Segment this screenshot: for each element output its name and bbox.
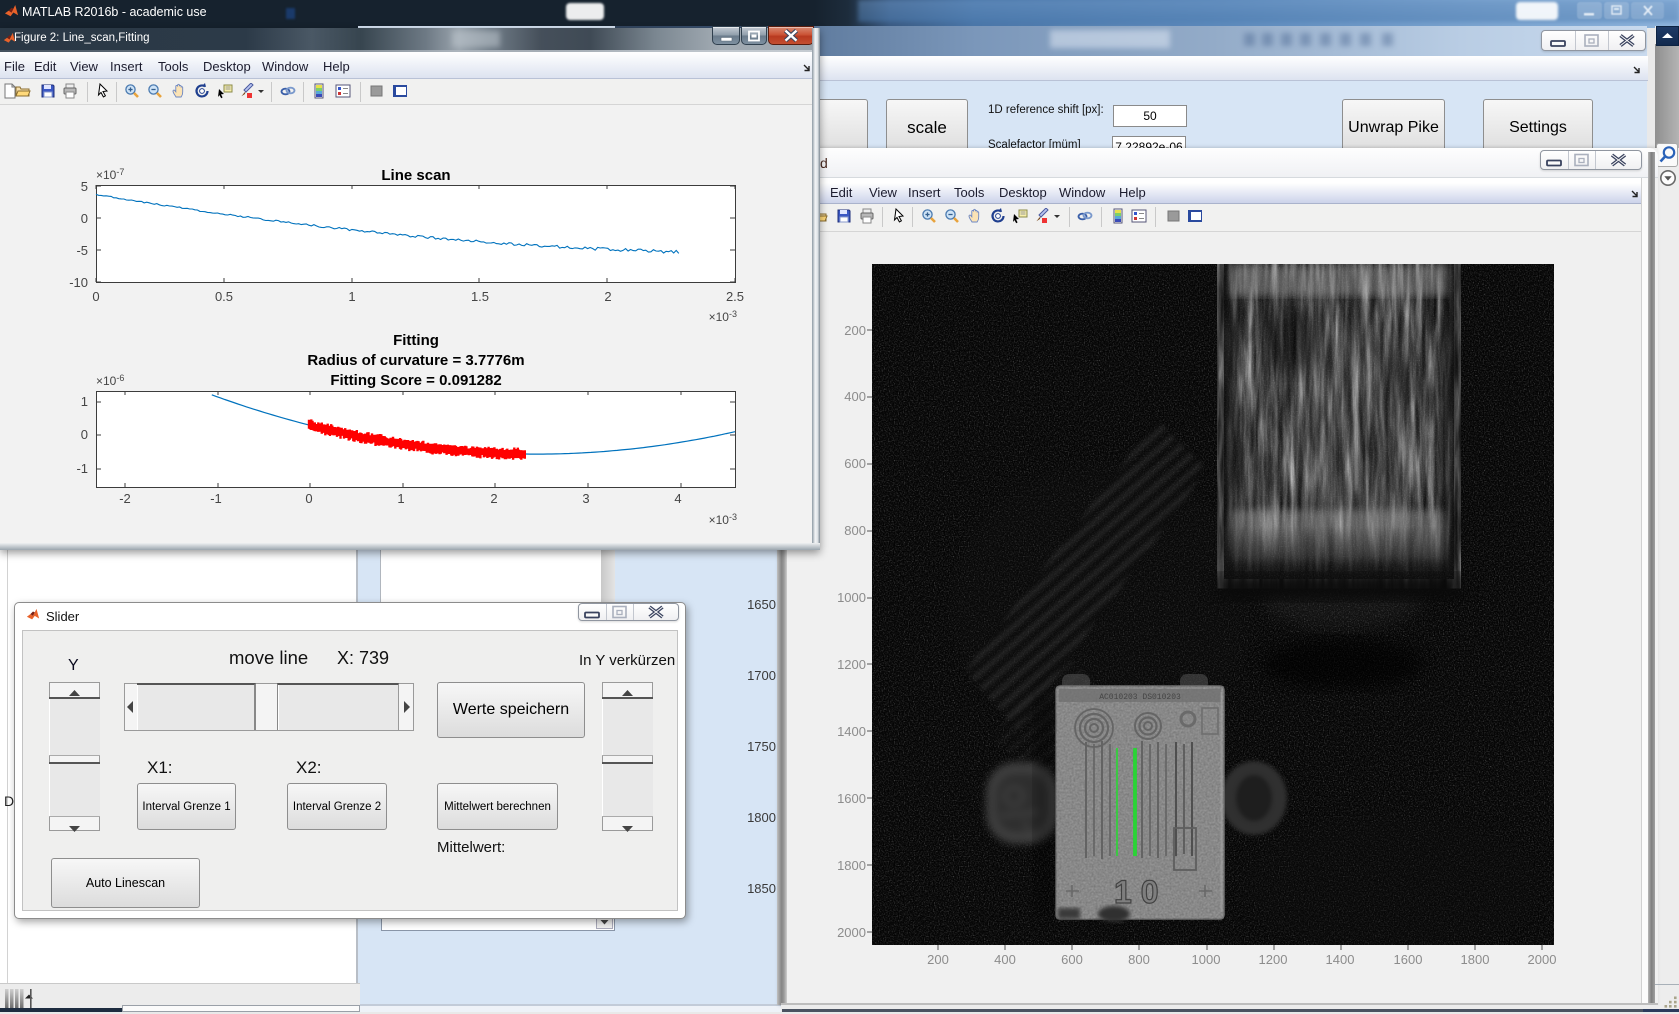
svg-text:Line scan: Line scan [381,167,450,184]
svg-text:-10: -10 [69,275,88,290]
svg-text:×10-6: ×10-6 [96,373,124,388]
svg-text:0: 0 [81,211,88,226]
svg-text:0.5: 0.5 [215,289,233,304]
svg-text:×10-3: ×10-3 [709,309,737,324]
svg-text:1: 1 [348,289,355,304]
svg-text:0: 0 [81,427,88,442]
svg-text:2: 2 [490,491,497,506]
svg-text:2: 2 [604,289,611,304]
svg-text:×10-3: ×10-3 [709,512,737,527]
svg-text:3: 3 [582,491,589,506]
svg-text:0: 0 [92,289,99,304]
svg-text:Radius of curvature = 3.7776m: Radius of curvature = 3.7776m [307,352,524,369]
svg-text:0: 0 [305,491,312,506]
svg-text:×10-7: ×10-7 [96,167,124,182]
svg-text:1: 1 [81,394,88,409]
svg-text:5: 5 [81,179,88,194]
svg-text:Fitting Score = 0.091282: Fitting Score = 0.091282 [330,372,501,389]
svg-text:Fitting: Fitting [393,332,439,349]
svg-text:4: 4 [674,491,681,506]
svg-text:-1: -1 [76,461,88,476]
svg-text:2.5: 2.5 [726,289,744,304]
svg-text:-1: -1 [210,491,222,506]
svg-text:-5: -5 [76,243,88,258]
svg-text:1.5: 1.5 [471,289,489,304]
svg-text:-2: -2 [119,491,131,506]
svg-text:1: 1 [397,491,404,506]
